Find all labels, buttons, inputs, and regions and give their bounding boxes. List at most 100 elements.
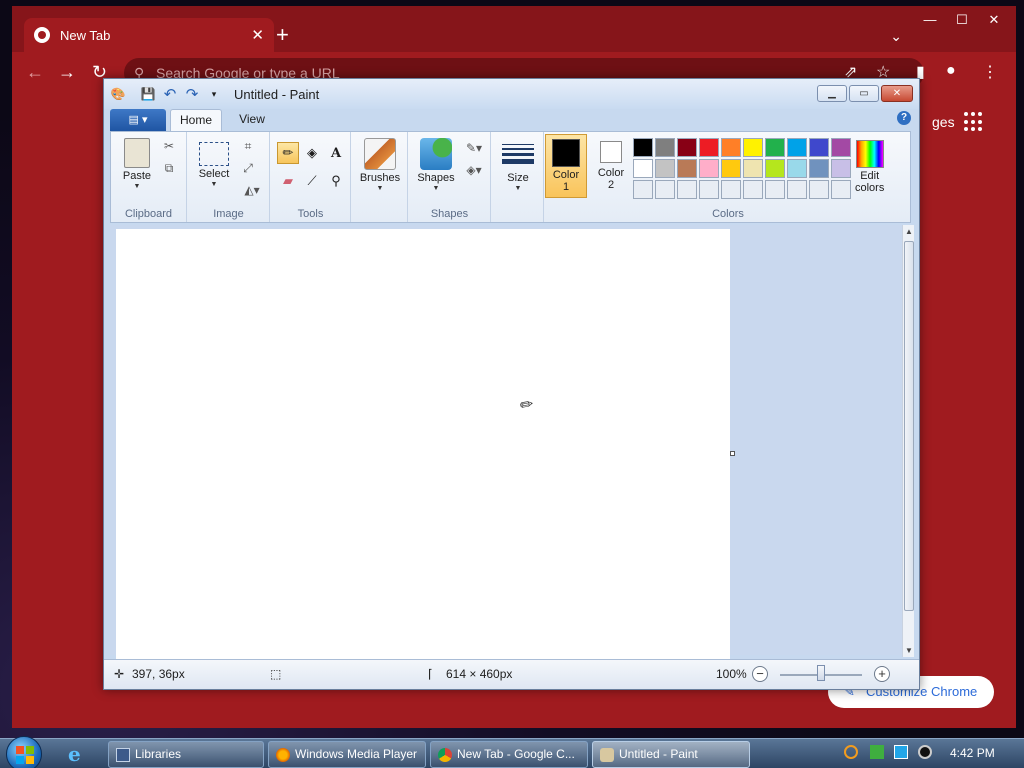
cut-icon[interactable]: ✂ [159, 136, 179, 156]
palette-swatch[interactable] [721, 180, 741, 199]
crop-icon[interactable]: ⌗ [238, 136, 258, 156]
taskbar-item-libraries[interactable]: Libraries [108, 741, 264, 768]
color2-button[interactable]: Color 2 [591, 134, 631, 198]
paste-button[interactable]: Paste ▼ [115, 134, 159, 190]
palette-swatch[interactable] [655, 159, 675, 178]
zoom-slider-thumb[interactable] [817, 665, 825, 681]
tab-home[interactable]: Home [170, 109, 222, 131]
taskbar-item-media-player[interactable]: Windows Media Player [268, 741, 426, 768]
paint-maximize-icon[interactable]: ▭ [849, 85, 879, 102]
help-icon[interactable]: ? [897, 111, 911, 125]
palette-swatch[interactable] [699, 159, 719, 178]
camera-tray-icon[interactable] [918, 745, 932, 759]
zoom-in-icon[interactable]: + [874, 666, 890, 682]
palette-swatch[interactable] [809, 159, 829, 178]
taskbar-item-chrome[interactable]: New Tab - Google C... [430, 741, 588, 768]
paint-file-menu-button[interactable]: ▤ ▾ [110, 109, 166, 131]
chrome-tab-new-tab[interactable]: New Tab ✕ [24, 18, 274, 52]
palette-swatch[interactable] [655, 180, 675, 199]
palette-swatch[interactable] [633, 138, 653, 157]
new-tab-icon[interactable]: + [276, 22, 289, 48]
maximize-icon[interactable]: ☐ [946, 9, 978, 31]
color1-button[interactable]: Color 1 [545, 134, 587, 198]
drawing-canvas[interactable] [116, 229, 730, 659]
shapes-button[interactable]: Shapes ▼ [413, 134, 459, 192]
paint-app-icon[interactable]: 🎨 [110, 86, 126, 102]
close-tab-icon[interactable]: ✕ [251, 26, 264, 44]
fill-tool-icon[interactable]: ◈ [301, 142, 323, 164]
palette-swatch[interactable] [743, 138, 763, 157]
palette-swatch[interactable] [677, 138, 697, 157]
select-button[interactable]: Select ▼ [194, 134, 234, 188]
zoom-out-icon[interactable]: − [752, 666, 768, 682]
copy-icon[interactable]: ⧉ [159, 158, 179, 178]
vertical-scrollbar[interactable]: ▲ ▼ [902, 225, 914, 657]
start-button[interactable] [6, 736, 42, 768]
paint-minimize-icon[interactable]: ▁ [817, 85, 847, 102]
tab-view[interactable]: View [230, 109, 274, 131]
customize-qat-chevron-icon[interactable]: ▾ [206, 86, 222, 102]
palette-swatch[interactable] [787, 138, 807, 157]
palette-swatch[interactable] [633, 159, 653, 178]
palette-swatch[interactable] [765, 159, 785, 178]
color-picker-icon[interactable]: ⟋ [301, 170, 323, 192]
palette-swatch[interactable] [721, 159, 741, 178]
palette-swatch[interactable] [809, 138, 829, 157]
palette-swatch[interactable] [809, 180, 829, 199]
display-tray-icon[interactable] [894, 745, 908, 759]
brushes-button[interactable]: Brushes ▼ [356, 134, 404, 192]
close-icon[interactable]: ✕ [978, 9, 1010, 31]
eraser-tool-icon[interactable]: ▰ [277, 170, 299, 192]
group-tools: ✏ ◈ A ▰ ⟋ ⚲ Tools [271, 132, 351, 222]
palette-swatch[interactable] [787, 159, 807, 178]
profile-avatar-icon[interactable]: ● [946, 62, 956, 80]
network-tray-icon[interactable] [870, 745, 884, 759]
resize-icon[interactable]: ⤢ [238, 158, 258, 178]
palette-swatch[interactable] [765, 180, 785, 199]
google-apps-icon[interactable] [964, 112, 984, 132]
palette-swatch[interactable] [787, 180, 807, 199]
magnifier-icon[interactable]: ⚲ [325, 170, 347, 192]
pencil-tool-icon[interactable]: ✏ [277, 142, 299, 164]
windows-logo-icon [16, 746, 34, 764]
outline-icon[interactable]: ✎▾ [461, 138, 487, 158]
taskbar-item-label: Windows Media Player [295, 747, 418, 761]
palette-swatch[interactable] [677, 180, 697, 199]
palette-swatch[interactable] [699, 180, 719, 199]
scroll-down-icon[interactable]: ▼ [903, 646, 915, 655]
rotate-icon[interactable]: ◭▾ [238, 180, 266, 200]
size-button[interactable]: Size ▼ [498, 134, 538, 192]
edit-colors-button[interactable]: Edit colors [855, 134, 884, 194]
minimize-icon[interactable]: — [914, 9, 946, 31]
clock[interactable]: 4:42 PM [950, 746, 995, 760]
scroll-up-icon[interactable]: ▲ [903, 227, 915, 236]
fill-icon[interactable]: ◈▾ [461, 160, 487, 180]
palette-swatch[interactable] [655, 138, 675, 157]
canvas-resize-handle[interactable] [730, 451, 735, 456]
chrome-menu-icon[interactable]: ⋮ [982, 62, 998, 82]
taskbar-item-paint[interactable]: Untitled - Paint [592, 741, 750, 768]
palette-swatch[interactable] [831, 180, 851, 199]
undo-icon[interactable]: ↶ [162, 86, 178, 103]
tab-search-chevron-icon[interactable]: ⌄ [890, 28, 902, 45]
palette-swatch[interactable] [743, 180, 763, 199]
palette-swatch[interactable] [831, 138, 851, 157]
search-tray-icon[interactable] [844, 745, 858, 759]
group-size: Size ▼ [492, 132, 544, 222]
internet-explorer-icon[interactable]: e [68, 742, 81, 766]
redo-icon[interactable]: ↷ [184, 86, 200, 103]
save-icon[interactable]: 💾 [140, 86, 156, 102]
palette-swatch[interactable] [633, 180, 653, 199]
palette-swatch[interactable] [699, 138, 719, 157]
palette-swatch[interactable] [831, 159, 851, 178]
text-tool-icon[interactable]: A [325, 142, 347, 164]
forward-arrow-icon[interactable]: → [58, 62, 76, 82]
palette-swatch[interactable] [743, 159, 763, 178]
palette-swatch[interactable] [765, 138, 785, 157]
palette-swatch[interactable] [677, 159, 697, 178]
palette-swatch[interactable] [721, 138, 741, 157]
scroll-thumb[interactable] [904, 241, 914, 611]
back-arrow-icon[interactable]: ← [26, 62, 44, 82]
images-link[interactable]: ges [932, 114, 955, 130]
paint-close-icon[interactable]: ✕ [881, 85, 913, 102]
